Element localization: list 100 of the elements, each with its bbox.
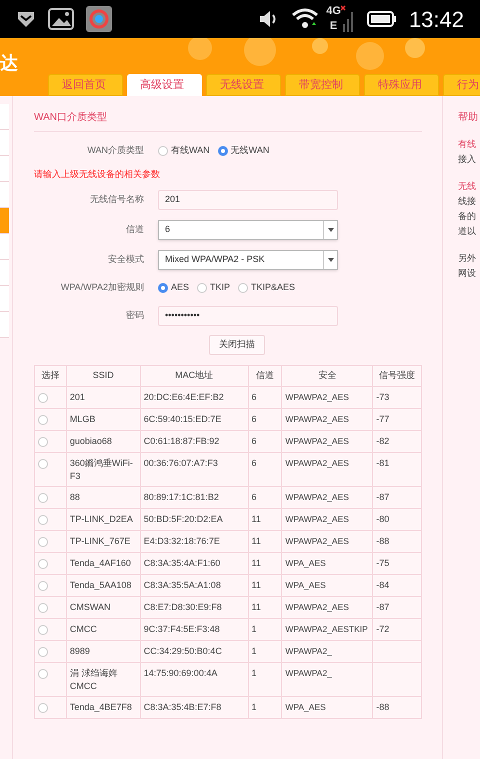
column-header: 选择 <box>34 366 66 386</box>
radio-button[interactable] <box>38 581 48 591</box>
table-cell: 11 <box>248 574 282 596</box>
dropdown-caret-icon <box>328 228 334 232</box>
input-field[interactable]: 201 <box>158 190 338 210</box>
sidebar-item[interactable] <box>0 286 9 312</box>
table-cell: guobiao68 <box>66 430 140 452</box>
table-cell: C0:61:18:87:FB:92 <box>140 430 248 452</box>
table-cell: WPA_AES <box>282 574 373 596</box>
sidebar-item[interactable] <box>0 104 9 130</box>
table-cell: 涓 浗绉诲姩 CMCC <box>66 662 140 696</box>
table-cell: 80:89:17:1C:81:B2 <box>140 486 248 508</box>
radio-button[interactable] <box>38 459 48 469</box>
radio-button[interactable] <box>38 647 48 657</box>
signal-icon <box>340 4 355 34</box>
table-cell: 6 <box>248 430 282 452</box>
radio-button[interactable] <box>38 415 48 425</box>
table-cell: Tenda_4BE7F8 <box>66 696 140 718</box>
table-cell: -73 <box>372 386 422 408</box>
radio-label: AES <box>171 281 190 294</box>
help-text: 道以 <box>458 225 477 238</box>
app-icon <box>86 6 112 32</box>
radio-button[interactable] <box>197 283 208 293</box>
sidebar-item[interactable] <box>0 156 9 182</box>
table-cell: CMCC <box>66 618 140 640</box>
sidebar-item[interactable] <box>0 312 9 338</box>
nav-tab[interactable]: 特殊应用 <box>364 74 439 96</box>
table-cell: WPAWPA2_AES <box>282 430 373 452</box>
table-cell: 360鏅鸿垂WiFi-F3 <box>66 452 140 486</box>
select-field[interactable]: Mixed WPA/WPA2 - PSK <box>158 250 338 270</box>
table-cell: Tenda_5AA108 <box>66 574 140 596</box>
nav-tab[interactable]: 高级设置 <box>127 74 202 96</box>
table-cell: MLGB <box>66 408 140 430</box>
sidebar-item[interactable] <box>0 208 9 234</box>
radio-button[interactable] <box>38 537 48 547</box>
sidebar-item[interactable] <box>0 260 9 286</box>
nav-tab[interactable]: 无线设置 <box>206 74 281 96</box>
help-text: 网设 <box>458 267 477 280</box>
table-cell: C8:3A:35:4B:E7:F8 <box>140 696 248 718</box>
select-field[interactable]: 6 <box>158 220 338 240</box>
radio-button[interactable] <box>158 283 168 293</box>
table-cell: 11 <box>248 552 282 574</box>
radio-button[interactable] <box>38 603 48 613</box>
notice-text: 请输入上级无线设备的相关参数 <box>34 168 160 181</box>
table-cell: -81 <box>372 452 422 486</box>
radio-button[interactable] <box>158 146 168 156</box>
table-cell: -84 <box>372 574 422 596</box>
table-cell: WPAWPA2_AES <box>282 486 373 508</box>
nav-tab[interactable]: 行为 <box>443 74 480 96</box>
nav-tab[interactable]: 返回首页 <box>48 74 123 96</box>
wifi-icon <box>292 8 318 30</box>
input-field[interactable]: ••••••••••• <box>158 306 338 326</box>
radio-button[interactable] <box>38 703 48 713</box>
table-cell: -72 <box>372 618 422 640</box>
table-cell: -82 <box>372 430 422 452</box>
radio-label: 无线WAN <box>230 144 270 158</box>
table-cell: 6C:59:40:15:ED:7E <box>140 408 248 430</box>
table-cell: 8989 <box>66 640 140 662</box>
shield-icon <box>16 9 36 29</box>
radio-button[interactable] <box>38 493 48 503</box>
table-cell: 6 <box>248 452 282 486</box>
radio-button[interactable] <box>38 559 48 569</box>
sidebar-item[interactable] <box>0 234 9 260</box>
table-cell: Tenda_4AF160 <box>66 552 140 574</box>
radio-button[interactable] <box>38 393 48 403</box>
table-cell: -77 <box>372 408 422 430</box>
table-cell: 11 <box>248 596 282 618</box>
column-header: 安全 <box>282 366 373 386</box>
close-scan-button[interactable]: 关闭扫描 <box>209 335 265 355</box>
table-cell: 1 <box>248 696 282 718</box>
sidebar-item[interactable] <box>0 182 9 208</box>
table-cell <box>372 640 422 662</box>
table-cell: -87 <box>372 486 422 508</box>
table-cell: 6 <box>248 386 282 408</box>
column-header: MAC地址 <box>140 366 248 386</box>
table-cell: WPAWPA2_ <box>282 640 373 662</box>
nav-tab[interactable]: 带宽控制 <box>285 74 360 96</box>
table-cell: -88 <box>372 696 422 718</box>
dropdown-caret-icon <box>328 258 334 262</box>
table-cell: 1 <box>248 618 282 640</box>
column-header: 信号强度 <box>372 366 422 386</box>
image-icon <box>48 8 74 30</box>
help-title: 帮助 <box>458 110 479 125</box>
radio-button[interactable] <box>38 515 48 525</box>
radio-button[interactable] <box>38 437 48 447</box>
radio-button[interactable] <box>218 146 228 156</box>
table-cell: WPAWPA2_ <box>282 662 373 696</box>
sidebar-item[interactable] <box>0 130 9 156</box>
radio-button[interactable] <box>38 669 48 679</box>
table-cell: TP-LINK_767E <box>66 530 140 552</box>
table-cell: 88 <box>66 486 140 508</box>
radio-button[interactable] <box>238 283 248 293</box>
help-text: 线接 <box>458 195 477 208</box>
table-cell: TP-LINK_D2EA <box>66 508 140 530</box>
table-cell: 50:BD:5F:20:D2:EA <box>140 508 248 530</box>
radio-button[interactable] <box>38 625 48 635</box>
table-cell: WPAWPA2_AES <box>282 386 373 408</box>
field-label: WAN介质类型 <box>86 144 144 158</box>
radio-label: TKIP&AES <box>251 281 296 294</box>
help-text: 备的 <box>458 210 477 223</box>
